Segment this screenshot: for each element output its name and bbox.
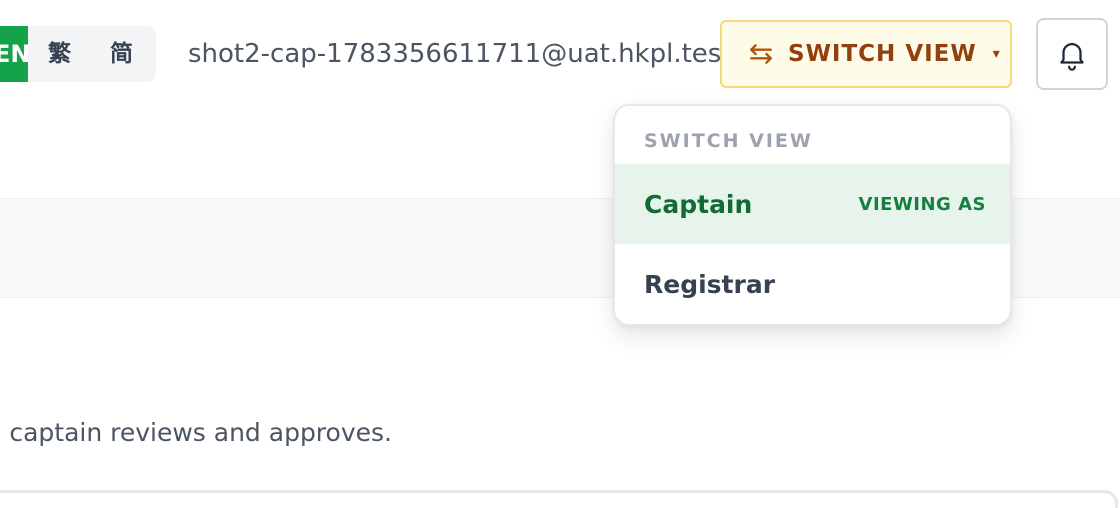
- language-option-traditional[interactable]: 繁: [48, 26, 71, 82]
- language-option-en[interactable]: EN: [0, 26, 28, 82]
- page: EN 繁 简 shot2-cap-1783356611711@uat.hkpl.…: [0, 0, 1120, 508]
- language-switcher: EN 繁 简: [0, 26, 156, 82]
- bell-icon: [1060, 43, 1084, 71]
- language-option-simplified[interactable]: 简: [110, 26, 133, 82]
- switch-view-button[interactable]: SWITCH VIEW ▾: [720, 20, 1012, 88]
- content-card: [0, 490, 1118, 508]
- page-description: e captain reviews and approves.: [0, 418, 392, 447]
- menu-item-registrar[interactable]: Registrar: [615, 244, 1010, 324]
- viewing-as-badge: VIEWING AS: [858, 193, 986, 215]
- notifications-button[interactable]: [1036, 18, 1108, 90]
- menu-item-label: Registrar: [644, 269, 776, 299]
- menu-item-captain[interactable]: Captain VIEWING AS: [615, 164, 1010, 244]
- switch-view-menu: SWITCH VIEW Captain VIEWING AS Registrar: [613, 104, 1012, 326]
- user-email: shot2-cap-1783356611711@uat.hkpl.test: [188, 39, 732, 69]
- chevron-down-icon: ▾: [992, 46, 1001, 62]
- arrows-swap-icon: [750, 44, 772, 64]
- switch-view-label: SWITCH VIEW: [788, 41, 977, 67]
- menu-header: SWITCH VIEW: [644, 130, 813, 152]
- menu-item-label: Captain: [644, 189, 753, 219]
